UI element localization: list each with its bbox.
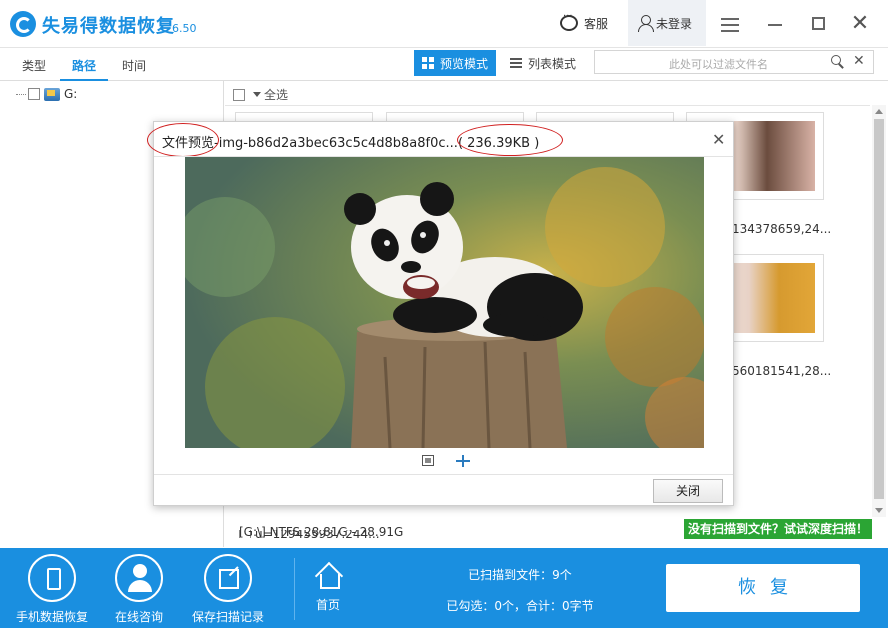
app-version: 6.50 — [172, 22, 197, 35]
panda-photo — [185, 157, 704, 448]
tab-path[interactable]: 路径 — [59, 57, 109, 81]
grid-icon — [422, 57, 434, 69]
chevron-down-icon[interactable] — [253, 92, 261, 97]
clear-icon[interactable]: ✕ — [853, 53, 865, 69]
login-button[interactable]: 未登录 — [628, 0, 706, 46]
select-all[interactable]: 全选 — [233, 86, 288, 103]
search-icon[interactable] — [831, 55, 843, 67]
filter-input[interactable]: 此处可以过滤文件名 ✕ — [594, 50, 874, 74]
annotation-circle — [457, 124, 563, 156]
online-consult-label: 在线咨询 — [115, 610, 164, 624]
chat-icon — [560, 11, 578, 31]
dialog-file-name: -img-b86d2a3bec63c5c4d8b8a8f0c... — [214, 136, 458, 151]
close-icon[interactable]: ✕ — [850, 13, 870, 35]
filter-placeholder: 此处可以过滤文件名 — [669, 58, 768, 71]
minimize-icon[interactable] — [765, 14, 785, 34]
customer-service-button[interactable]: 客服 — [560, 0, 608, 46]
disk-status: [G:\] NTFS 28.81G - 28.91G — [239, 525, 404, 539]
tab-type[interactable]: 类型 — [22, 57, 46, 74]
dialog-close-icon[interactable]: ✕ — [712, 130, 725, 149]
user-icon — [638, 15, 654, 32]
select-all-label: 全选 — [264, 88, 289, 102]
menu-icon[interactable] — [720, 14, 740, 34]
save-scan-button[interactable]: 保存扫描记录 — [192, 554, 264, 625]
app-title: 失易得数据恢复 — [42, 16, 175, 37]
list-mode-label: 列表模式 — [528, 56, 577, 71]
status-bar: [G:\] NTFS 28.81G - 28.91G 没有扫描到文件？试试深度扫… — [225, 519, 888, 547]
tree-item-drive[interactable]: G: — [16, 87, 77, 101]
person-icon — [115, 554, 163, 602]
customer-service-label: 客服 — [584, 16, 609, 31]
title-bar: 失易得数据恢复 6.50 客服 未登录 ✕ — [0, 0, 888, 48]
bottom-bar: 手机数据恢复 在线咨询 保存扫描记录 首页 已扫描到文件：9个 已勾选：0个，合… — [0, 548, 888, 628]
drive-label: G: — [64, 87, 78, 101]
home-label: 首页 — [315, 598, 340, 612]
scroll-up-icon[interactable] — [875, 109, 883, 114]
fit-to-window-icon[interactable] — [422, 455, 434, 466]
recover-button[interactable]: 恢复 — [666, 564, 860, 612]
preview-image — [185, 157, 704, 448]
export-icon — [204, 554, 252, 602]
scrollbar[interactable] — [872, 105, 886, 517]
preview-mode-label: 预览模式 — [440, 56, 489, 71]
scanned-files-count: 已扫描到文件：9个 — [468, 568, 572, 582]
phone-icon — [28, 554, 76, 602]
thumbnail-label: 560181541,28... — [732, 364, 832, 378]
tab-time[interactable]: 时间 — [122, 57, 146, 74]
deep-scan-button[interactable]: 没有扫描到文件？试试深度扫描！ — [684, 519, 872, 539]
maximize-icon[interactable] — [808, 14, 828, 34]
phone-recovery-label: 手机数据恢复 — [16, 610, 89, 624]
list-icon — [510, 58, 522, 68]
preview-mode-button[interactable]: 预览模式 — [414, 50, 496, 76]
save-scan-label: 保存扫描记录 — [192, 610, 265, 624]
thumbnail-label: 134378659,24... — [732, 222, 832, 236]
login-label: 未登录 — [656, 16, 693, 31]
selected-summary: 已勾选：0个，合计：0字节 — [446, 599, 594, 613]
scan-stats: 已扫描到文件：9个 已勾选：0个，合计：0字节 — [420, 566, 620, 628]
home-icon — [314, 562, 342, 589]
phone-recovery-button[interactable]: 手机数据恢复 — [16, 554, 88, 625]
home-button[interactable]: 首页 — [314, 562, 342, 613]
select-all-checkbox[interactable] — [233, 88, 245, 101]
toolbar: 类型 路径 时间 预览模式 列表模式 此处可以过滤文件名 ✕ — [0, 48, 888, 81]
actual-size-icon[interactable] — [456, 455, 470, 467]
annotation-circle — [147, 123, 219, 157]
drive-icon — [44, 87, 60, 101]
file-preview-dialog: 文件预览-img-b86d2a3bec63c5c4d8b8a8f0c...( 2… — [147, 121, 734, 506]
list-mode-button[interactable]: 列表模式 — [502, 50, 584, 76]
app-logo-icon — [10, 11, 36, 37]
dialog-close-button[interactable]: 关闭 — [653, 479, 723, 503]
drive-checkbox[interactable] — [28, 88, 40, 100]
scroll-thumb[interactable] — [874, 119, 884, 499]
scroll-down-icon[interactable] — [875, 508, 883, 513]
online-consult-button[interactable]: 在线咨询 — [115, 554, 163, 625]
